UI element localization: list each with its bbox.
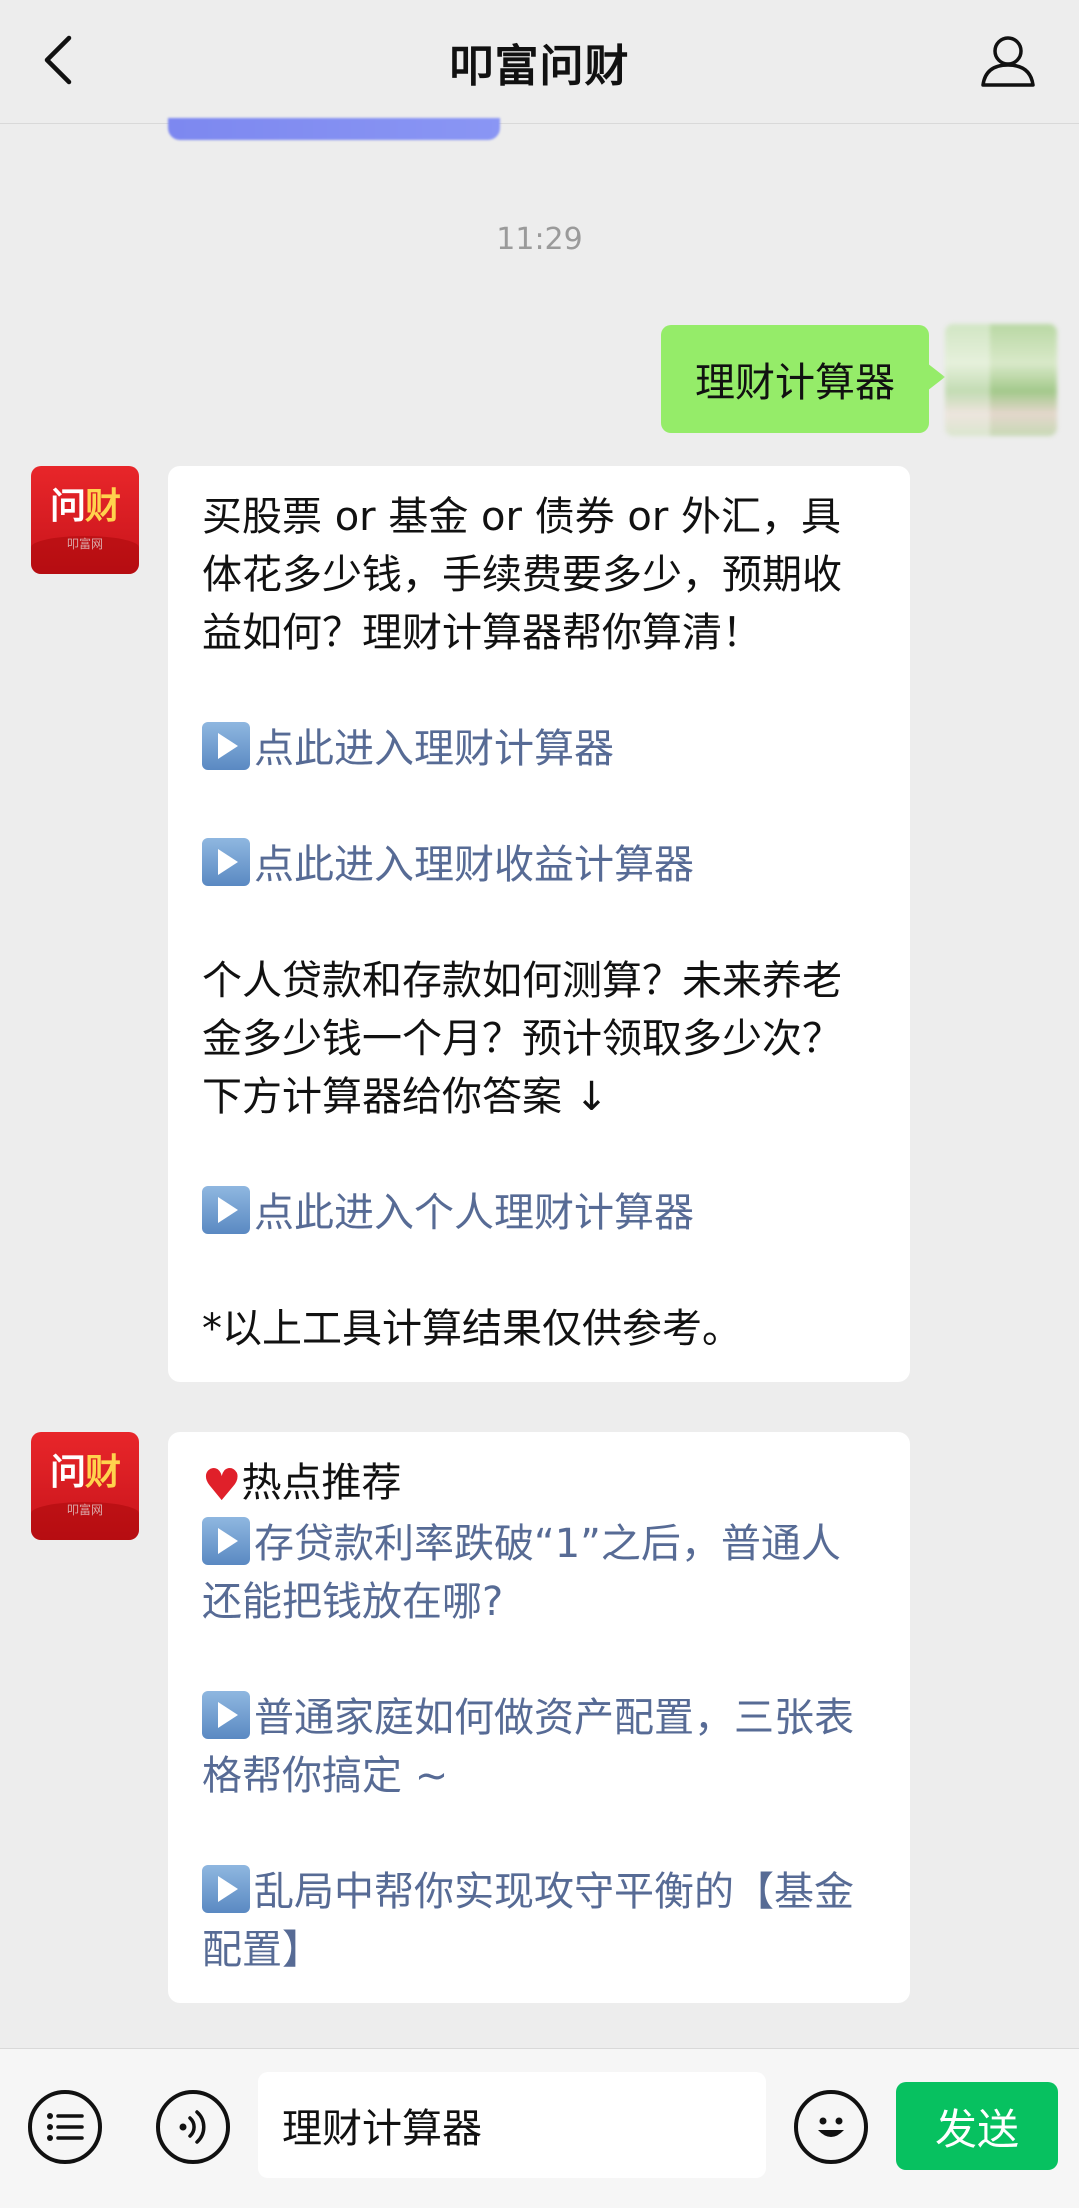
- bot-message-bubble: ♥热点推荐 存贷款利率跌破“1”之后，普通人还能把钱放在哪? 普通家庭如何做资产…: [168, 1432, 910, 2003]
- avatar-decor: [31, 1502, 139, 1540]
- article-link[interactable]: 存贷款利率跌破“1”之后，普通人还能把钱放在哪?: [202, 1515, 876, 1631]
- message-timestamp: 11:29: [496, 222, 583, 257]
- income-calculator-link[interactable]: 点此进入理财收益计算器: [202, 836, 876, 894]
- menu-button[interactable]: [28, 2090, 102, 2164]
- previous-message-card[interactable]: [168, 118, 500, 140]
- voice-button[interactable]: [156, 2090, 230, 2164]
- message-text: 个人贷款和存款如何测算？未来养老金多少钱一个月？预计领取多少次？下方计算器给你答…: [202, 958, 842, 1120]
- top-nav-bar: 叩富问财: [0, 0, 1079, 124]
- list-menu-icon: [47, 2113, 84, 2141]
- hot-topics-heading: ♥热点推荐: [202, 1460, 402, 1511]
- bot-message-bubble: 买股票 or 基金 or 债券 or 外汇，具体花多少钱，手续费要多少，预期收益…: [168, 466, 910, 1382]
- user-message-bubble[interactable]: 理财计算器: [661, 325, 945, 433]
- calculator-link[interactable]: 点此进入理财计算器: [202, 720, 876, 778]
- chevron-left-icon: [44, 35, 72, 85]
- bot-logo-text: 问财: [49, 1451, 121, 1493]
- profile-button[interactable]: [973, 26, 1043, 96]
- message-text: 买股票 or 基金 or 债券 or 外汇，具体花多少钱，手续费要多少，预期收益…: [202, 494, 842, 656]
- user-avatar[interactable]: [945, 324, 1057, 436]
- user-message-text: 理财计算器: [695, 360, 895, 406]
- personal-calculator-link[interactable]: 点此进入个人理财计算器: [202, 1184, 876, 1242]
- disclaimer-text: *以上工具计算结果仅供参考。: [202, 1306, 742, 1352]
- send-button[interactable]: 发送: [896, 2082, 1058, 2170]
- play-icon: [202, 838, 250, 886]
- emoji-icon: [818, 2117, 844, 2137]
- heart-icon: ♥: [202, 1460, 242, 1511]
- play-icon: [202, 1517, 250, 1565]
- input-text: 理财计算器: [282, 2106, 482, 2152]
- article-link[interactable]: 乱局中帮你实现攻守平衡的【基金配置】: [202, 1863, 876, 1979]
- message-input[interactable]: 理财计算器: [258, 2072, 766, 2178]
- bot-logo-text: 问财: [49, 485, 121, 527]
- avatar-decor: [31, 536, 139, 574]
- back-button[interactable]: [28, 26, 88, 94]
- emoji-button[interactable]: [794, 2090, 868, 2164]
- bot-avatar[interactable]: 问财 叩富网: [31, 466, 139, 574]
- play-icon: [202, 1865, 250, 1913]
- play-icon: [202, 1186, 250, 1234]
- voice-icon: [179, 2110, 206, 2144]
- bot-avatar[interactable]: 问财 叩富网: [31, 1432, 139, 1540]
- person-icon: [981, 36, 1035, 87]
- play-icon: [202, 722, 250, 770]
- play-icon: [202, 1691, 250, 1739]
- page-title: 叩富问财: [449, 40, 630, 92]
- article-link[interactable]: 普通家庭如何做资产配置，三张表格帮你搞定 ~: [202, 1689, 876, 1805]
